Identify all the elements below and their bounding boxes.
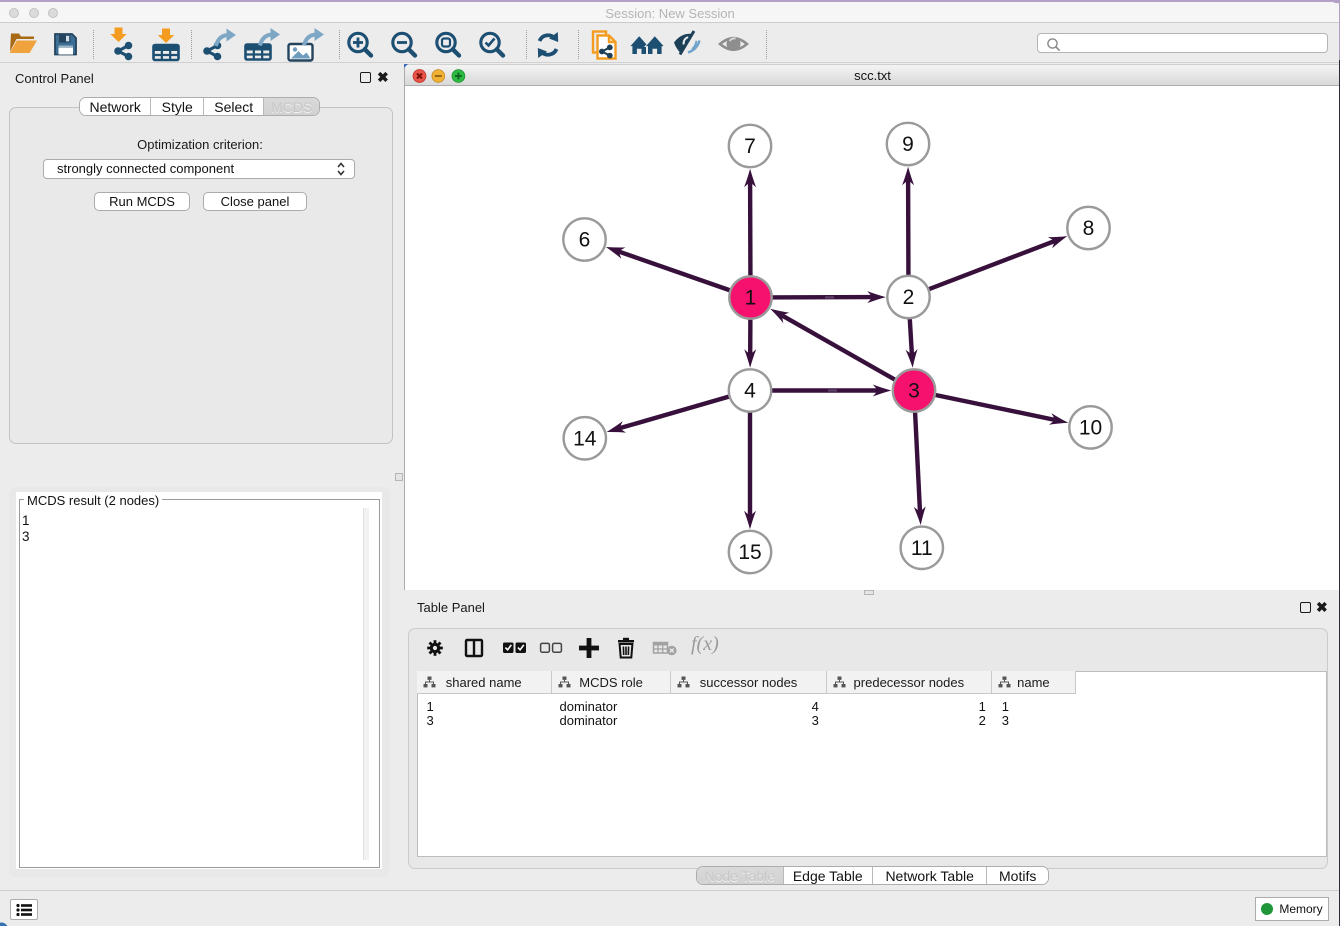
svg-text:7: 7	[744, 135, 756, 158]
svg-text:2: 2	[903, 286, 915, 309]
svg-text:3: 3	[908, 380, 920, 403]
svg-text:15: 15	[738, 541, 761, 564]
svg-text:8: 8	[1083, 217, 1095, 240]
svg-text:9: 9	[902, 133, 914, 156]
svg-text:10: 10	[1079, 416, 1102, 439]
svg-text:6: 6	[579, 229, 591, 252]
svg-text:1: 1	[745, 287, 757, 310]
svg-text:4: 4	[744, 380, 756, 403]
svg-text:14: 14	[573, 427, 597, 450]
svg-text:11: 11	[911, 537, 933, 560]
